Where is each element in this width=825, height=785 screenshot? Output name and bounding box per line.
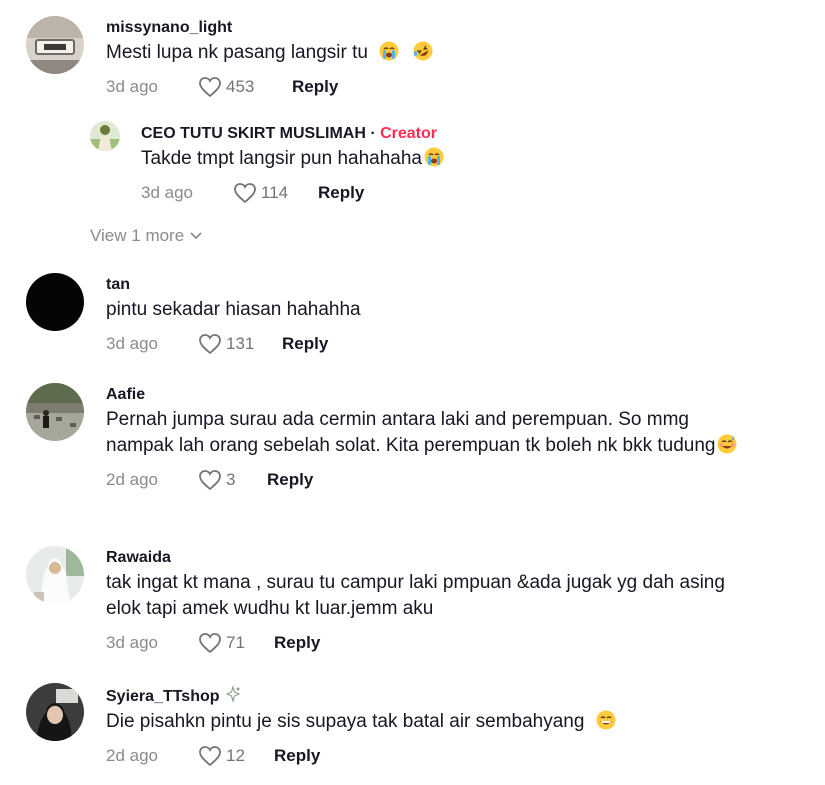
avatar[interactable] xyxy=(26,546,84,604)
comment-text: Mesti lupa nk pasang langsir tu xyxy=(106,40,756,66)
grinning-face-icon xyxy=(596,710,616,730)
timestamp: 3d ago xyxy=(141,183,193,202)
reply-button[interactable]: Reply xyxy=(282,334,328,354)
like-button[interactable]: 453 xyxy=(198,76,292,98)
avatar[interactable] xyxy=(90,121,120,151)
timestamp: 2d ago xyxy=(106,470,158,489)
timestamp: 3d ago xyxy=(106,633,158,652)
comment-text: pintu sekadar hiasan hahahha xyxy=(106,299,361,320)
timestamp: 2d ago xyxy=(106,746,158,765)
reply-button[interactable]: Reply xyxy=(274,746,320,766)
avatar[interactable] xyxy=(26,16,84,74)
avatar[interactable] xyxy=(26,383,84,441)
reply-button[interactable]: Reply xyxy=(274,633,320,653)
avatar[interactable] xyxy=(26,273,84,331)
rolling-laughing-face-icon xyxy=(413,41,433,61)
creator-badge: Creator xyxy=(380,125,437,142)
reply-button[interactable]: Reply xyxy=(318,183,364,203)
username[interactable]: Syiera_TTshop xyxy=(106,684,756,707)
sparkle-badge-icon xyxy=(225,684,241,704)
comment-text: Takde tmpt langsir pun hahahaha xyxy=(141,146,791,172)
sweat-smile-face-icon xyxy=(717,434,737,454)
username[interactable]: tan xyxy=(106,275,756,295)
like-button[interactable]: 131 xyxy=(198,333,282,355)
like-count: 131 xyxy=(226,334,255,353)
like-button[interactable]: 114 xyxy=(233,182,318,204)
like-count: 3 xyxy=(226,470,236,489)
heart-outline-icon xyxy=(234,183,256,204)
comment-meta: 2d ago 12 Reply xyxy=(106,743,756,769)
username[interactable]: Rawaida xyxy=(106,548,746,568)
comment-meta: 3d ago 71 Reply xyxy=(106,630,746,656)
comment-meta: 3d ago 114 Reply xyxy=(141,180,791,206)
heart-outline-icon xyxy=(199,746,221,767)
username[interactable]: Aafie xyxy=(106,385,746,405)
like-button[interactable]: 71 xyxy=(198,632,274,654)
avatar[interactable] xyxy=(26,683,84,741)
like-button[interactable]: 3 xyxy=(198,469,267,491)
comment-text: tak ingat kt mana , surau tu campur laki… xyxy=(106,572,725,619)
heart-outline-icon xyxy=(199,334,221,355)
chevron-down-icon xyxy=(190,232,202,240)
like-count: 71 xyxy=(226,633,245,652)
reply-button[interactable]: Reply xyxy=(267,470,313,490)
comment-meta: 3d ago 453 Reply xyxy=(106,74,756,100)
username[interactable]: missynano_light xyxy=(106,18,756,38)
comment-meta: 2d ago 3 Reply xyxy=(106,467,746,493)
heart-outline-icon xyxy=(199,77,221,98)
comment-text: Die pisahkn pintu je sis supaya tak bata… xyxy=(106,709,756,735)
reply-button[interactable]: Reply xyxy=(292,77,338,97)
comment-meta: 3d ago 131 Reply xyxy=(106,331,756,357)
heart-outline-icon xyxy=(199,633,221,654)
timestamp: 3d ago xyxy=(106,77,158,96)
heart-outline-icon xyxy=(199,470,221,491)
timestamp: 3d ago xyxy=(106,334,158,353)
username[interactable]: CEO TUTU SKIRT MUSLIMAH · Creator xyxy=(141,124,791,144)
like-button[interactable]: 12 xyxy=(198,745,274,767)
like-count: 453 xyxy=(226,77,255,96)
view-more-replies-button[interactable]: View 1 more xyxy=(90,226,202,246)
like-count: 114 xyxy=(261,183,289,202)
like-count: 12 xyxy=(226,746,245,765)
crying-face-icon xyxy=(379,41,399,61)
comment-text: Pernah jumpa surau ada cermin antara lak… xyxy=(106,407,746,459)
crying-face-icon xyxy=(424,147,444,167)
